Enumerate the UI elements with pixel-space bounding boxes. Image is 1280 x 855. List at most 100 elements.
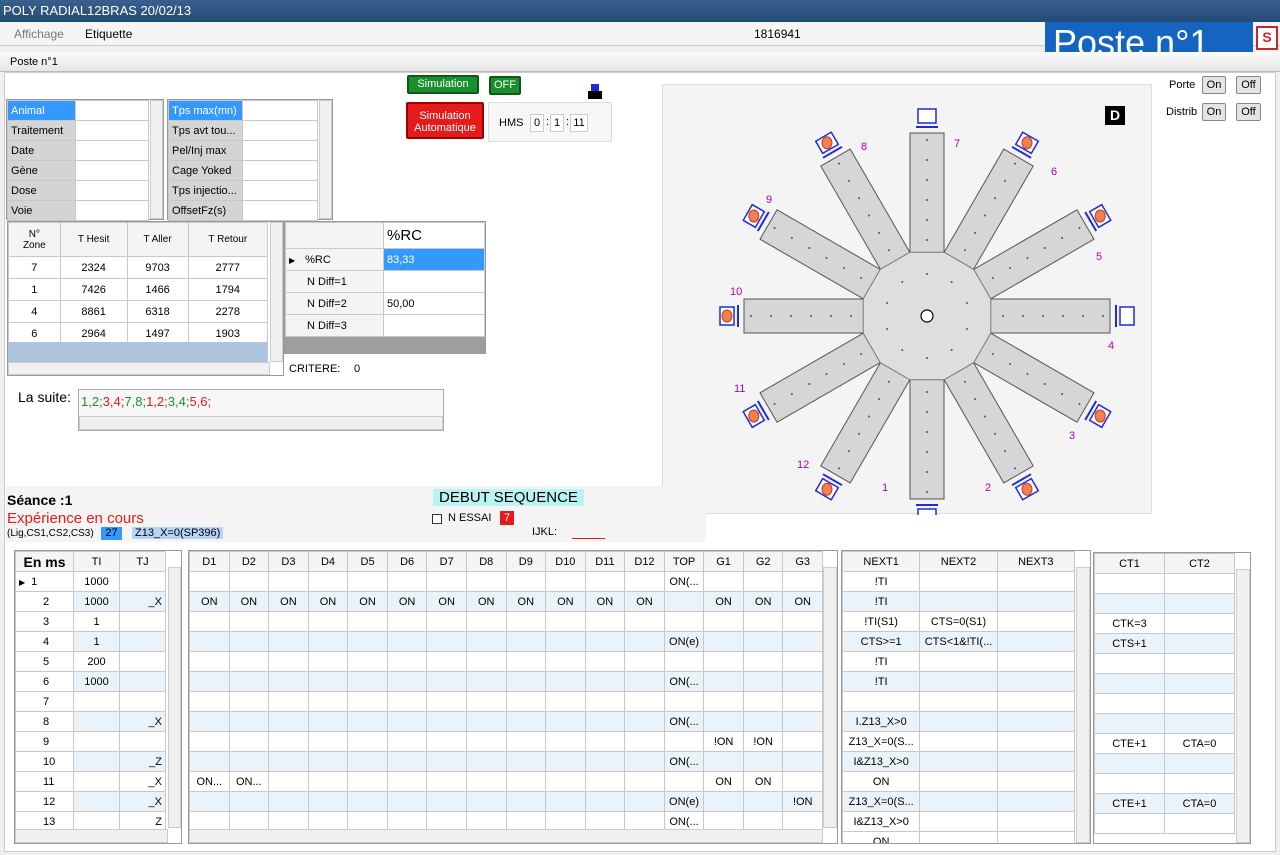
seq-row[interactable]: 7	[15, 691, 166, 712]
distrib-on-button[interactable]: On	[1202, 103, 1226, 121]
seq-row[interactable]: 10 _Z	[15, 751, 166, 772]
seq-row[interactable]: ON ON ON ON ON ON ON ON ON ON ON ON ON ON ON	[189, 591, 823, 612]
seq-b-hscrollbar[interactable]	[189, 829, 823, 843]
seq-d-vscrollbar[interactable]	[1236, 569, 1250, 843]
seq-row[interactable]	[1094, 773, 1235, 794]
seq-row[interactable]	[1094, 753, 1235, 774]
rc-row[interactable]: N Diff=1	[285, 270, 485, 293]
seq-row[interactable]	[1094, 713, 1235, 734]
seq-row[interactable]	[842, 691, 1076, 712]
prop-row[interactable]: Tps avt tou...	[168, 120, 318, 141]
seq-row[interactable]: 41	[15, 631, 166, 652]
seq-row[interactable]: CTE+1 CTA=0	[1094, 733, 1235, 754]
seq-row[interactable]: 2 1000 _X	[15, 591, 166, 612]
rc-row[interactable]: ▶ %RC 83,33	[285, 248, 485, 271]
props-right-scrollbar[interactable]	[319, 100, 332, 219]
zones-vscrollbar[interactable]	[270, 222, 283, 362]
seq-row[interactable]: 8 _X	[15, 711, 166, 732]
rc-row[interactable]: N Diff=2 50,00	[285, 292, 485, 315]
prop-row[interactable]: Tps max(mn)	[168, 100, 318, 121]
auto-label-1: Simulation	[419, 110, 471, 122]
prop-row[interactable]: Date	[7, 140, 149, 161]
props-left-scrollbar[interactable]	[150, 100, 163, 219]
seq-row[interactable]	[189, 691, 823, 712]
seq-next-cell: CTS>=1	[842, 631, 921, 652]
seq-row[interactable]: Z13_X=0(S...	[842, 791, 1076, 812]
seq-row[interactable]	[1094, 573, 1235, 594]
seq-row[interactable]: ON(e)	[189, 631, 823, 652]
seq-row[interactable]: ON(...	[189, 711, 823, 732]
seq-row[interactable]: !ON !ON	[189, 731, 823, 752]
simulation-button[interactable]: Simulation	[407, 75, 479, 94]
zones-hscrollbar[interactable]	[8, 362, 270, 375]
seq-row[interactable]: I.Z13_X>0	[842, 711, 1076, 732]
seq-row[interactable]: !TI	[842, 571, 1076, 592]
seq-a-hscrollbar[interactable]	[15, 829, 168, 843]
maze-arm-number: 6	[1051, 166, 1057, 178]
prop-row[interactable]: Animal	[7, 100, 149, 121]
seq-row[interactable]: ON... ON... ON ON	[189, 771, 823, 792]
prop-row[interactable]: Dose	[7, 180, 149, 201]
prop-row[interactable]: Cage Yoked	[168, 160, 318, 181]
seq-row[interactable]: 9	[15, 731, 166, 752]
seq-d-cell	[624, 751, 665, 772]
simulation-auto-button[interactable]: Simulation Automatique	[406, 102, 484, 139]
seq-row[interactable]: CTS>=1 CTS<1&!TI(...	[842, 631, 1076, 652]
seq-row[interactable]: 6 1000	[15, 671, 166, 692]
seq-row[interactable]	[1094, 653, 1235, 674]
seq-row[interactable]: CTE+1 CTA=0	[1094, 793, 1235, 814]
seq-row[interactable]	[1094, 693, 1235, 714]
seq-row[interactable]: 5 200	[15, 651, 166, 672]
seq-row[interactable]: I&Z13_X>0	[842, 811, 1076, 832]
seq-row[interactable]: I&Z13_X>0	[842, 751, 1076, 772]
prop-value	[75, 180, 149, 201]
seq-c-vscrollbar[interactable]	[1076, 567, 1090, 843]
seq-row[interactable]: 31	[15, 611, 166, 632]
seq-row[interactable]	[1094, 673, 1235, 694]
seq-row[interactable]: ON(e) !ON	[189, 791, 823, 812]
prop-row[interactable]: Tps injectio...	[168, 180, 318, 201]
seq-row[interactable]: !TI	[842, 671, 1076, 692]
zones-row[interactable]: 7 2324 9703 2777	[8, 256, 269, 279]
seq-row[interactable]: ON	[842, 831, 1076, 843]
seq-row[interactable]: CTK=3	[1094, 613, 1235, 634]
seq-row[interactable]: 11 _X	[15, 771, 166, 792]
seq-row[interactable]: ON(...	[189, 751, 823, 772]
maze-arm-dot	[1102, 315, 1104, 317]
seq-row[interactable]: ON(...	[189, 671, 823, 692]
seq-row[interactable]	[1094, 813, 1235, 834]
tab-poste-1[interactable]: Poste n°1	[0, 52, 1280, 72]
prop-row[interactable]: Voie	[7, 200, 149, 221]
suite-hscrollbar[interactable]	[79, 416, 443, 430]
seq-b-vscrollbar[interactable]	[823, 567, 837, 828]
simulation-off-button[interactable]: OFF	[489, 76, 521, 95]
prop-row[interactable]: Gène	[7, 160, 149, 181]
nessai-checkbox[interactable]	[432, 514, 442, 524]
seq-row[interactable]: Z13_X=0(S...	[842, 731, 1076, 752]
s-button[interactable]: S	[1256, 26, 1278, 50]
seq-row[interactable]	[189, 611, 823, 632]
prop-row[interactable]: Traitement	[7, 120, 149, 141]
seq-a-vscrollbar[interactable]	[168, 567, 181, 828]
porte-off-button[interactable]: Off	[1236, 76, 1261, 94]
prop-row[interactable]: OffsetFz(s)	[168, 200, 318, 221]
seq-row[interactable]	[1094, 593, 1235, 614]
nessai-label: N ESSAI	[448, 512, 492, 524]
menu-etiquette[interactable]: Etiquette	[85, 27, 132, 41]
menu-affichage[interactable]: Affichage	[14, 27, 64, 41]
prop-row[interactable]: Pel/Inj max	[168, 140, 318, 161]
seq-row[interactable]: ON(...	[189, 571, 823, 592]
seq-row[interactable]: CTS+1	[1094, 633, 1235, 654]
seq-row[interactable]	[189, 651, 823, 672]
zones-row[interactable]: 1 7426 1466 1794	[8, 278, 269, 301]
seq-row[interactable]: ▶ 1 1000	[15, 571, 166, 592]
rc-row[interactable]: N Diff=3	[285, 314, 485, 337]
seq-row[interactable]: !TI	[842, 591, 1076, 612]
distrib-off-button[interactable]: Off	[1236, 103, 1261, 121]
seq-row[interactable]: 12 _X	[15, 791, 166, 812]
zones-row[interactable]: 4 8861 6318 2278	[8, 300, 269, 323]
porte-on-button[interactable]: On	[1202, 76, 1226, 94]
seq-row[interactable]: ON	[842, 771, 1076, 792]
seq-row[interactable]: !TI(S1) CTS=0(S1)	[842, 611, 1076, 632]
seq-row[interactable]: !TI	[842, 651, 1076, 672]
